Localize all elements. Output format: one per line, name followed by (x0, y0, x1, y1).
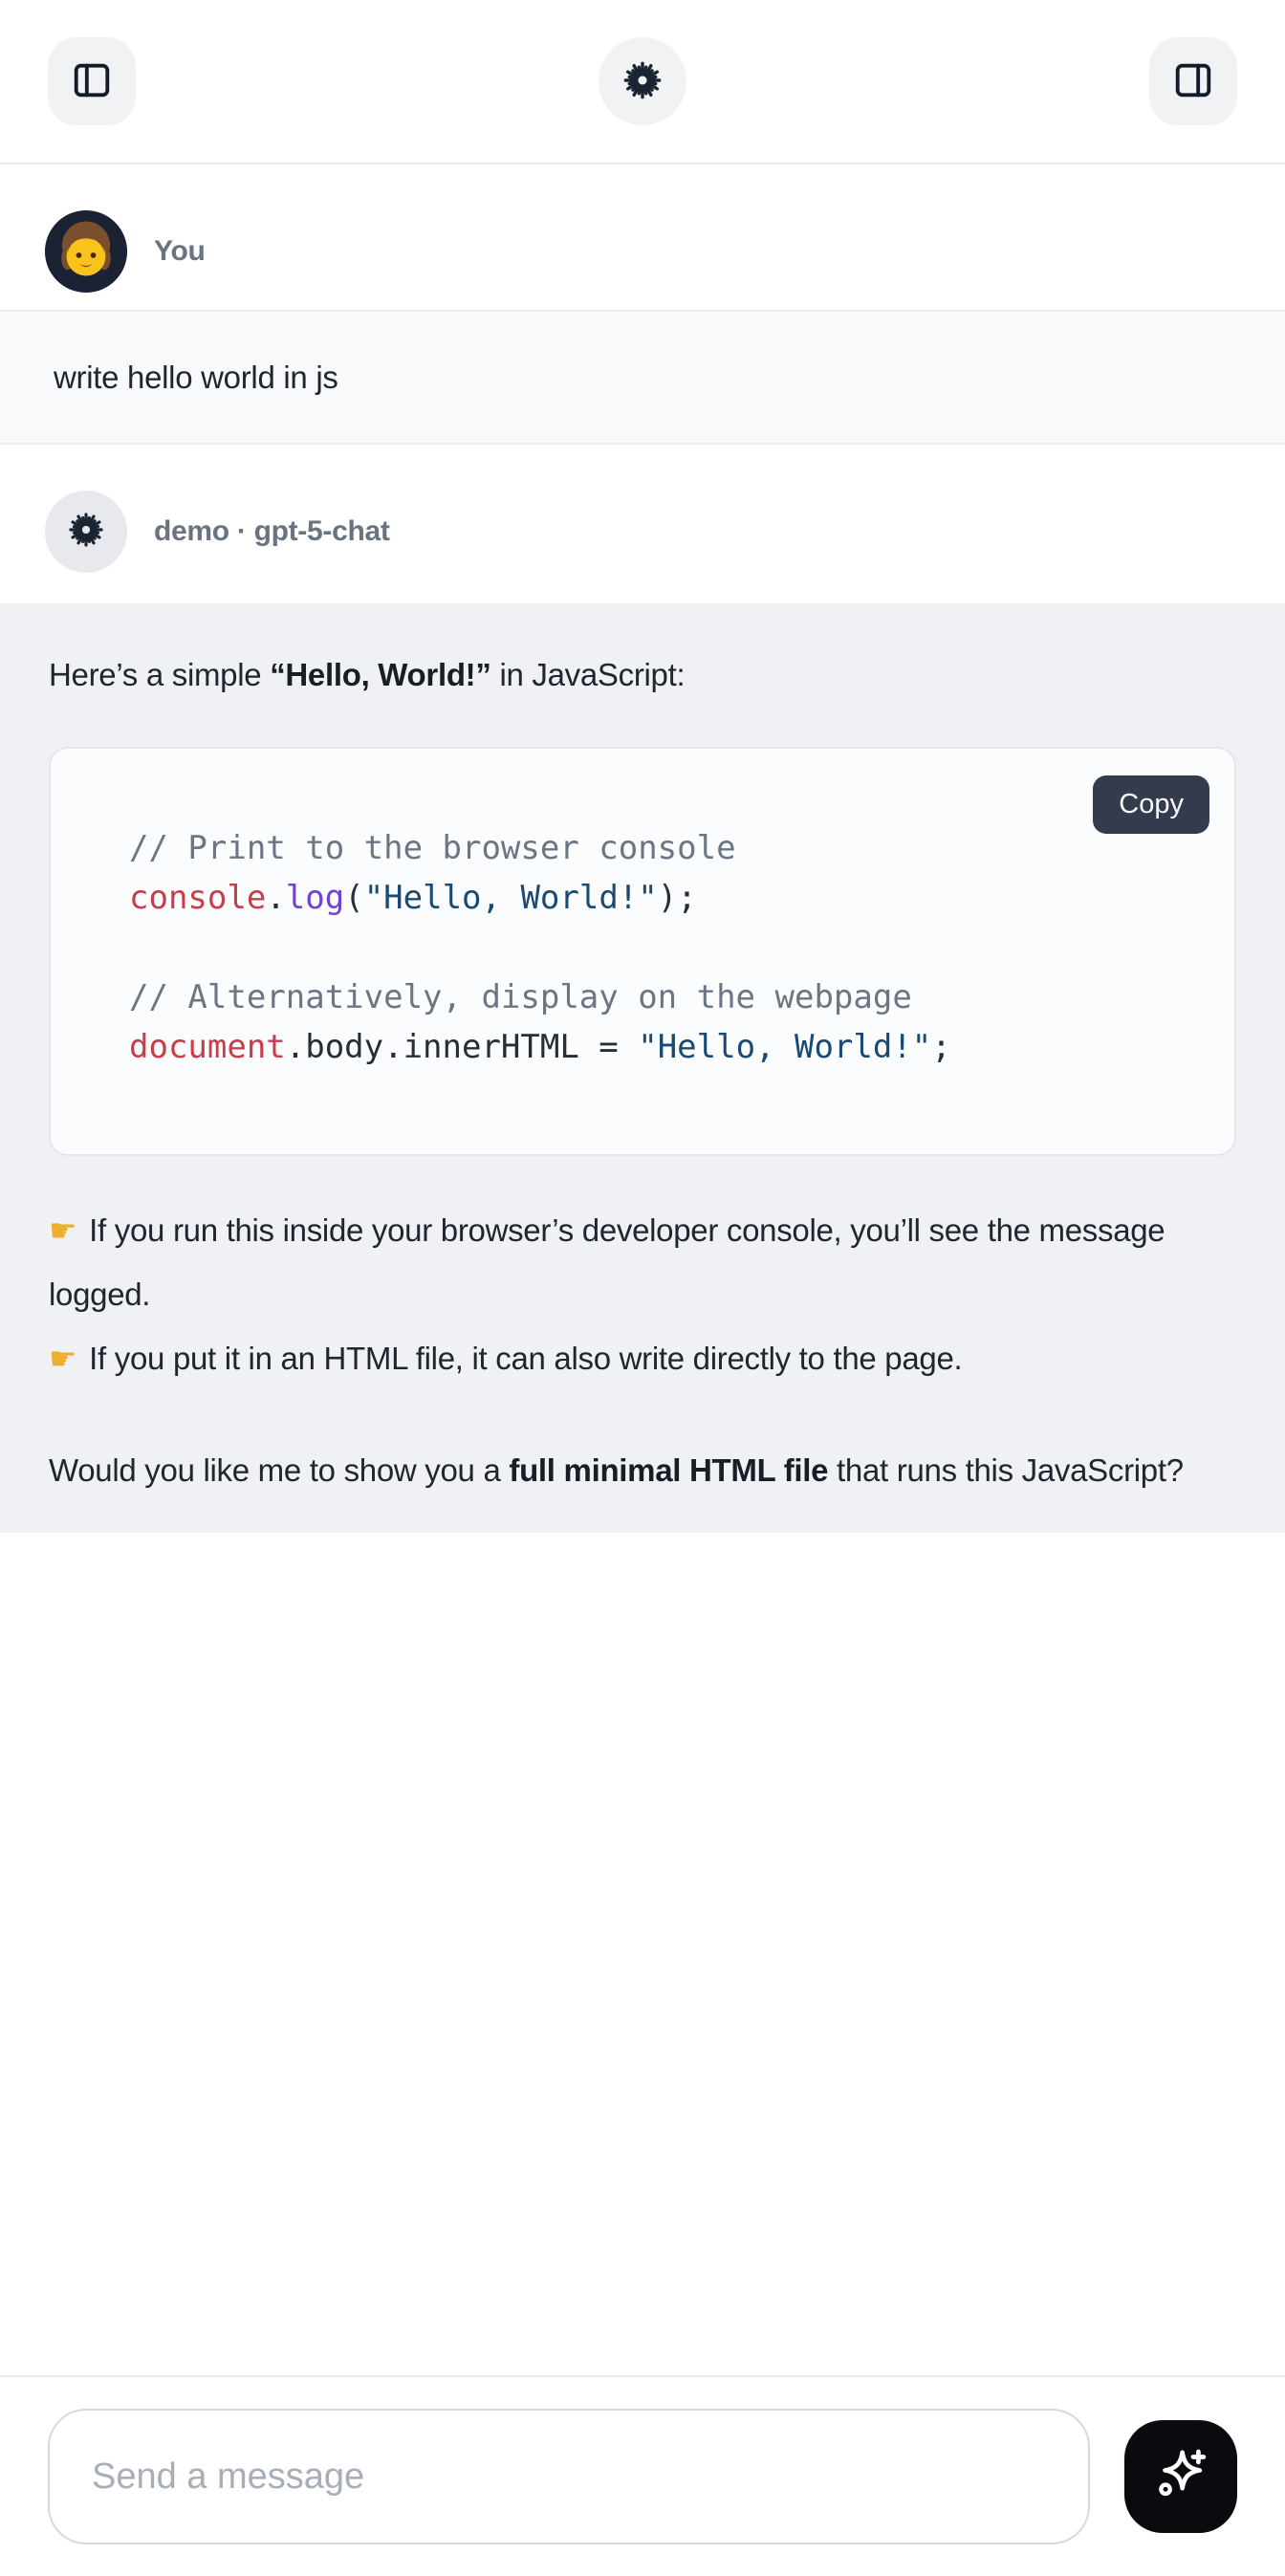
code-block: Copy // Print to the browser consolecons… (49, 747, 1236, 1156)
sparkle-send-button[interactable] (1124, 2420, 1237, 2533)
code-line: // Alternatively, display on the webpage (129, 972, 1181, 1022)
assistant-message: demo · gpt-5-chat Here’s a simple “Hello… (0, 445, 1285, 1533)
message-input[interactable] (48, 2409, 1090, 2544)
assistant-message-body: Here’s a simple “Hello, World!” in JavaS… (0, 603, 1285, 1533)
user-message-text: write hello world in js (54, 354, 1231, 401)
assistant-avatar (45, 491, 127, 573)
assistant-paragraph-question: Would you like me to show you a full min… (49, 1438, 1236, 1502)
chat-app: You write hello world in js (0, 0, 1285, 2576)
pointing-hand-emoji: ☛ (49, 1341, 76, 1376)
user-message: You write hello world in js (0, 164, 1285, 445)
user-message-body: write hello world in js (0, 310, 1285, 445)
code-line (129, 923, 1181, 972)
assistant-sender-label: demo · gpt-5-chat (154, 515, 390, 548)
user-sender-label: You (154, 235, 206, 268)
pointing-hand-emoji: ☛ (49, 1212, 76, 1248)
code-content: // Print to the browser consoleconsole.l… (129, 823, 1181, 1072)
sparkles-icon (1149, 2444, 1212, 2510)
assistant-paragraph-tips: ☛ If you run this inside your browser’s … (49, 1198, 1236, 1390)
sidebar-toggle-button[interactable] (48, 37, 136, 125)
code-line: // Print to the browser console (129, 823, 1181, 873)
right-panel-toggle-button[interactable] (1149, 37, 1237, 125)
starburst-icon (621, 58, 664, 105)
panel-right-icon (1171, 58, 1215, 105)
panel-left-icon (70, 58, 114, 105)
app-logo-button[interactable] (599, 37, 686, 125)
starburst-icon (66, 510, 106, 555)
chat-thread: You write hello world in js (0, 164, 1285, 1533)
code-line: console.log("Hello, World!"); (129, 873, 1181, 923)
code-line: document.body.innerHTML = "Hello, World!… (129, 1022, 1181, 1072)
assistant-message-header: demo · gpt-5-chat (0, 445, 1285, 603)
user-avatar (45, 210, 127, 293)
composer-bar (0, 2375, 1285, 2576)
copy-button[interactable]: Copy (1093, 775, 1209, 834)
assistant-intro-text: Here’s a simple “Hello, World!” in JavaS… (49, 651, 1236, 699)
top-bar (0, 0, 1285, 164)
user-message-header: You (0, 164, 1285, 310)
